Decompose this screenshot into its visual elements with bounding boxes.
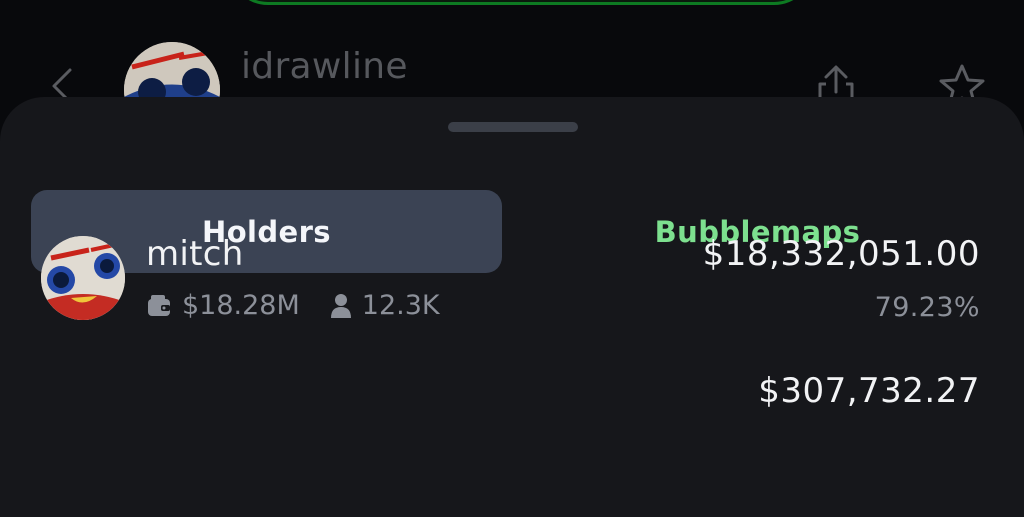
holder-avatar: [41, 236, 125, 320]
holder-avatar-image: [41, 236, 125, 320]
profile-username: idrawline: [241, 46, 408, 87]
holder-percent: 79.23%: [874, 292, 980, 323]
holder-amount: $307,732.27: [758, 371, 980, 411]
holder-amount: $18,332,051.00: [702, 234, 980, 274]
holder-meta: $18.28M 12.3K: [146, 290, 440, 321]
sheet-grabber[interactable]: [448, 122, 578, 132]
holder-name: mitch: [146, 234, 244, 274]
holder-followers: 12.3K: [361, 290, 440, 321]
wallet-icon: [148, 294, 170, 316]
holder-wallet-value: $18.28M: [182, 290, 300, 321]
person-icon: [330, 293, 351, 318]
top-green-pill: [228, 0, 814, 5]
holder-row[interactable]: mitch $18.28M 12.3K $18,332,051.00 79.23…: [0, 232, 1024, 332]
